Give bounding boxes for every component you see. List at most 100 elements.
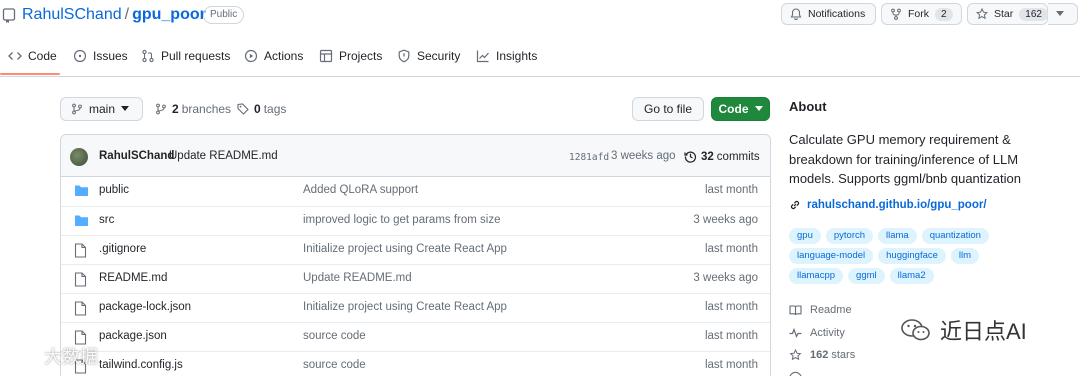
tags-count: 0 (254, 102, 261, 116)
file-name-link[interactable]: README.md (99, 272, 167, 284)
tab-projects[interactable]: Projects (319, 49, 382, 63)
commits-history-link[interactable]: 32 commits (684, 150, 760, 163)
activity-label: Activity (810, 327, 845, 339)
tags-link[interactable]: 0 tags (237, 102, 286, 116)
tab-security[interactable]: Security (397, 49, 460, 63)
avatar[interactable] (70, 148, 88, 166)
fork-count: 2 (935, 7, 953, 21)
tab-pull-requests-label: Pull requests (161, 49, 231, 63)
commit-hash-link[interactable]: 1281afd (569, 152, 609, 163)
table-row[interactable]: public Added QLoRA support last month (61, 177, 770, 206)
file-time: 3 weeks ago (693, 214, 758, 226)
commit-author-link[interactable]: RahulSChand (99, 150, 174, 162)
readme-link[interactable]: Readme (789, 304, 852, 316)
table-row[interactable]: package.json source code last month (61, 322, 770, 351)
fork-button[interactable]: Fork 2 (881, 3, 962, 25)
branches-link[interactable]: 2 branches (155, 102, 231, 116)
topic-tag[interactable]: pytorch (825, 228, 874, 244)
tab-code[interactable]: Code (8, 49, 57, 63)
repo-name-link[interactable]: gpu_poor (132, 6, 206, 23)
file-time: last month (704, 359, 758, 371)
file-browser: RahulSChand Update README.md 1281afd 3 w… (60, 134, 771, 376)
branch-name: main (89, 102, 116, 116)
branch-icon (71, 103, 89, 115)
star-dropdown-button[interactable] (1048, 3, 1078, 25)
tab-insights-label: Insights (496, 49, 538, 63)
star-button[interactable]: Star 162 (967, 3, 1048, 25)
repo-icon (2, 8, 16, 24)
tab-code-label: Code (28, 49, 57, 63)
about-heading: About (789, 99, 827, 114)
watermark-left: 大数据 (8, 343, 98, 369)
tag-icon (237, 103, 249, 115)
watermark-logo-icon (8, 346, 44, 366)
topic-tag[interactable]: quantization (921, 228, 989, 244)
tab-insights[interactable]: Insights (476, 49, 537, 63)
tab-actions[interactable]: Actions (244, 49, 303, 63)
go-to-file-button[interactable]: Go to file (632, 97, 704, 121)
stars-link[interactable]: 162 stars (789, 349, 855, 361)
play-icon (244, 49, 264, 63)
history-icon (684, 150, 701, 163)
code-button[interactable]: Code (711, 97, 770, 121)
file-name-link[interactable]: package-lock.json (99, 301, 191, 313)
table-row[interactable]: tailwind.config.js source code last mont… (61, 351, 770, 376)
topic-tag[interactable]: huggingface (878, 248, 946, 264)
tab-projects-label: Projects (339, 49, 383, 63)
chevron-down-icon (121, 106, 135, 112)
stars-count: 162 (810, 349, 829, 361)
stars-label: stars (831, 349, 856, 361)
tab-actions-label: Actions (264, 49, 304, 63)
tab-security-label: Security (417, 49, 461, 63)
topic-tag[interactable]: llm (950, 248, 980, 264)
watchers-link-partial[interactable] (789, 371, 810, 376)
code-button-label: Code (718, 102, 749, 116)
file-commit-link[interactable]: improved logic to get params from size (303, 214, 501, 226)
notifications-button[interactable]: Notifications (781, 3, 876, 25)
file-commit-link[interactable]: source code (303, 359, 366, 371)
graph-icon (476, 49, 496, 63)
pulse-icon (789, 327, 810, 339)
topic-tag[interactable]: llama2 (889, 268, 934, 284)
file-commit-link[interactable]: Initialize project using Create React Ap… (303, 301, 507, 313)
star-icon (976, 8, 994, 20)
about-description: Calculate GPU memory requirement & break… (789, 132, 1021, 186)
topic-tag[interactable]: language-model (789, 248, 874, 264)
fork-label: Fork (908, 8, 929, 20)
tab-pull-requests[interactable]: Pull requests (141, 49, 230, 63)
latest-commit-bar: RahulSChand Update README.md 1281afd 3 w… (61, 135, 770, 177)
pull-request-icon (141, 49, 161, 63)
file-name-link[interactable]: tailwind.config.js (99, 359, 183, 371)
file-icon (74, 272, 87, 287)
table-row[interactable]: .gitignore Initialize project using Crea… (61, 235, 770, 264)
topics-list: gpu pytorch llama quantization language-… (789, 228, 1019, 284)
topic-tag[interactable]: llama (878, 228, 917, 244)
watermark-right-text: 近日点AI (940, 319, 1027, 344)
commit-message-link[interactable]: Update README.md (169, 150, 278, 162)
activity-link[interactable]: Activity (789, 327, 845, 339)
table-row[interactable]: README.md Update README.md 3 weeks ago (61, 264, 770, 293)
file-name-link[interactable]: src (99, 214, 114, 226)
file-icon (74, 243, 87, 258)
file-name-link[interactable]: public (99, 184, 129, 196)
file-commit-link[interactable]: Initialize project using Create React Ap… (303, 243, 507, 255)
file-name-link[interactable]: package.json (99, 330, 167, 342)
repo-header: RahulSChand / gpu_poor Public Notification… (0, 0, 1080, 32)
topic-tag[interactable]: ggml (848, 268, 885, 284)
table-row[interactable]: src improved logic to get params from si… (61, 206, 770, 235)
file-name-link[interactable]: .gitignore (99, 243, 146, 255)
homepage-url: rahulschand.github.io/gpu_poor/ (807, 199, 987, 211)
file-commit-link[interactable]: source code (303, 330, 366, 342)
homepage-link[interactable]: rahulschand.github.io/gpu_poor/ (789, 199, 987, 211)
topic-tag[interactable]: gpu (789, 228, 821, 244)
topic-tag[interactable]: llamacpp (789, 268, 844, 284)
file-commit-link[interactable]: Added QLoRA support (303, 184, 418, 196)
branch-select-button[interactable]: main (60, 97, 143, 121)
table-row[interactable]: package-lock.json Initialize project usi… (61, 293, 770, 322)
repo-owner-link[interactable]: RahulSChand (22, 6, 122, 23)
tab-issues[interactable]: Issues (73, 49, 128, 63)
file-commit-link[interactable]: Update README.md (303, 272, 412, 284)
file-time: last month (704, 243, 758, 255)
branch-icon (155, 103, 167, 115)
folder-icon (74, 214, 89, 227)
